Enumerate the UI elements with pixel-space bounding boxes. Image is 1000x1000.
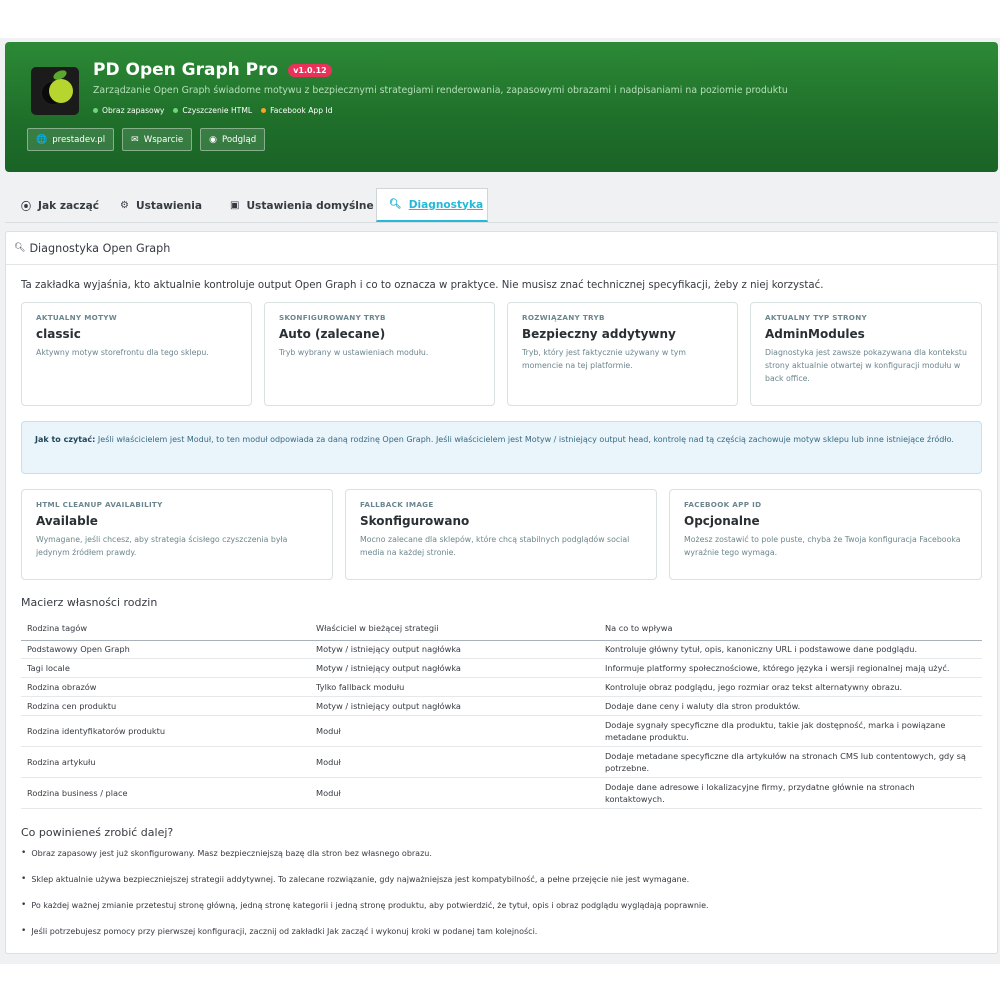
search-icon: 🔍︎ — [389, 199, 402, 210]
table-row: Tagi locale Motyw / istniejący output na… — [21, 658, 982, 678]
table-cell: Motyw / istniejący output nagłówka — [310, 658, 599, 678]
globe-icon: 🌐 — [36, 134, 48, 145]
next-steps-list: • Obraz zapasowy jest już skonfigurowany.… — [21, 849, 981, 953]
module-title: PD Open Graph Pro — [93, 60, 279, 80]
table-cell: Dodaje sygnały specyficzne dla produktu,… — [599, 715, 982, 747]
table-row: Rodzina obrazów Tylko fallback modułu Ko… — [21, 677, 982, 697]
flag-fallback-image: Obraz zapasowy — [93, 106, 164, 115]
card-facebook-app-id: FACEBOOK APP ID Opcjonalne Możesz zostaw… — [669, 489, 982, 580]
search-icon: 🔍︎ — [14, 243, 26, 253]
card-fallback-image: FALLBACK IMAGE Skonfigurowano Mocno zale… — [345, 489, 657, 580]
table-cell: Moduł — [310, 715, 599, 747]
envelope-icon: ✉ — [131, 134, 139, 145]
table-cell: Kontroluje obraz podglądu, jego rozmiar … — [599, 677, 982, 697]
table-cell: Dodaje dane ceny i waluty dla stron prod… — [599, 696, 982, 716]
list-item: • Obraz zapasowy jest już skonfigurowany.… — [21, 848, 432, 859]
module-header: PD Open Graph Pro v1.0.12 Zarządzanie Op… — [5, 42, 998, 172]
next-steps-title: Co powinieneś zrobić dalej? — [21, 826, 174, 839]
column-header: Rodzina tagów — [21, 617, 310, 641]
tab-default-settings[interactable]: ▣ Ustawienia domyślne — [218, 188, 386, 223]
card-resolved-mode: ROZWIĄZANY TRYB Bezpieczny addytywny Try… — [507, 302, 738, 406]
table-cell: Rodzina obrazów — [21, 677, 310, 697]
panel-title: Diagnostyka Open Graph — [29, 241, 171, 255]
table-row: Rodzina business / place Moduł Dodaje da… — [21, 777, 982, 809]
table-row: Rodzina cen produktu Motyw / istniejący … — [21, 696, 982, 716]
table-cell: Kontroluje główny tytuł, opis, kanoniczn… — [599, 640, 982, 659]
table-row: Rodzina identyfikatorów produktu Moduł D… — [21, 715, 982, 747]
tab-diagnostics[interactable]: 🔍︎ Diagnostyka — [376, 188, 488, 222]
module-subtitle: Zarządzanie Open Graph świadome motywu z… — [93, 85, 788, 96]
diagnostics-panel: 🔍︎ Diagnostyka Open Graph Ta zakładka wy… — [5, 231, 998, 954]
table-cell: Motyw / istniejący output nagłówka — [310, 640, 599, 659]
tab-getting-started[interactable]: ⦿ Jak zacząć — [9, 188, 111, 223]
table-cell: Moduł — [310, 746, 599, 778]
table-header-row: Rodzina tagów Właściciel w bieżącej stra… — [21, 617, 982, 641]
gears-icon: ⚙ — [120, 200, 129, 211]
table-cell: Informuje platformy społecznościowe, któ… — [599, 658, 982, 678]
table-row: Podstawowy Open Graph Motyw / istniejący… — [21, 640, 982, 659]
ownership-matrix-table: Rodzina tagów Właściciel w bieżącej stra… — [21, 617, 982, 809]
table-cell: Dodaje metadane specyficzne dla artykułó… — [599, 746, 982, 778]
table-cell: Moduł — [310, 777, 599, 809]
table-cell: Tylko fallback modułu — [310, 677, 599, 697]
compass-icon: ⦿ — [21, 202, 31, 213]
table-cell: Rodzina business / place — [21, 777, 310, 809]
prestadev-link-button[interactable]: 🌐 prestadev.pl — [27, 128, 115, 151]
list-item: • Jeśli potrzebujesz pomocy przy pierwsze… — [21, 926, 538, 937]
table-cell: Rodzina identyfikatorów produktu — [21, 715, 310, 747]
how-to-read-alert: Jak to czytać: Jeśli właścicielem jest M… — [21, 421, 982, 474]
list-item: • Sklep aktualnie używa bezpieczniejszej … — [21, 874, 690, 885]
table-cell: Rodzina artykułu — [21, 746, 310, 778]
tab-settings[interactable]: ⚙ Ustawienia — [108, 188, 214, 223]
preview-button[interactable]: ◉ Podgląd — [200, 128, 266, 151]
table-cell: Dodaje dane adresowe i lokalizacyjne fir… — [599, 777, 982, 809]
table-cell: Tagi locale — [21, 658, 310, 678]
column-header: Na co to wpływa — [599, 617, 982, 641]
card-html-cleanup: HTML CLEANUP AVAILABILITY Available Wyma… — [21, 489, 333, 580]
flag-html-cleanup: Czyszczenie HTML — [173, 106, 252, 115]
table-cell: Rodzina cen produktu — [21, 696, 310, 716]
column-header: Właściciel w bieżącej strategii — [310, 617, 599, 641]
tab-bar: ⦿ Jak zacząć ⚙ Ustawienia ▣ Ustawienia d… — [5, 188, 998, 223]
card-current-theme: AKTUALNY MOTYW classic Aktywny motyw sto… — [21, 302, 252, 406]
image-icon: ▣ — [230, 200, 240, 211]
matrix-title: Macierz własności rodzin — [21, 596, 158, 609]
module-logo — [31, 67, 79, 115]
list-item: • Po każdej ważnej zmianie przetestuj str… — [21, 900, 709, 911]
table-row: Rodzina artykułu Moduł Dodaje metadane s… — [21, 746, 982, 778]
version-badge: v1.0.12 — [288, 63, 332, 77]
card-page-type: AKTUALNY TYP STRONY AdminModules Diagnos… — [750, 302, 982, 406]
intro-text: Ta zakładka wyjaśnia, kto aktualnie kont… — [21, 280, 824, 291]
panel-heading: 🔍︎ Diagnostyka Open Graph — [6, 232, 997, 265]
support-button[interactable]: ✉ Wsparcie — [122, 128, 193, 151]
status-flags: Obraz zapasowy Czyszczenie HTML Facebook… — [93, 106, 333, 115]
table-cell: Podstawowy Open Graph — [21, 640, 310, 659]
table-cell: Motyw / istniejący output nagłówka — [310, 696, 599, 716]
card-configured-mode: SKONFIGUROWANY TRYB Auto (zalecane) Tryb… — [264, 302, 495, 406]
eye-icon: ◉ — [209, 134, 218, 145]
flag-facebook-app-id: Facebook App Id — [261, 106, 333, 115]
